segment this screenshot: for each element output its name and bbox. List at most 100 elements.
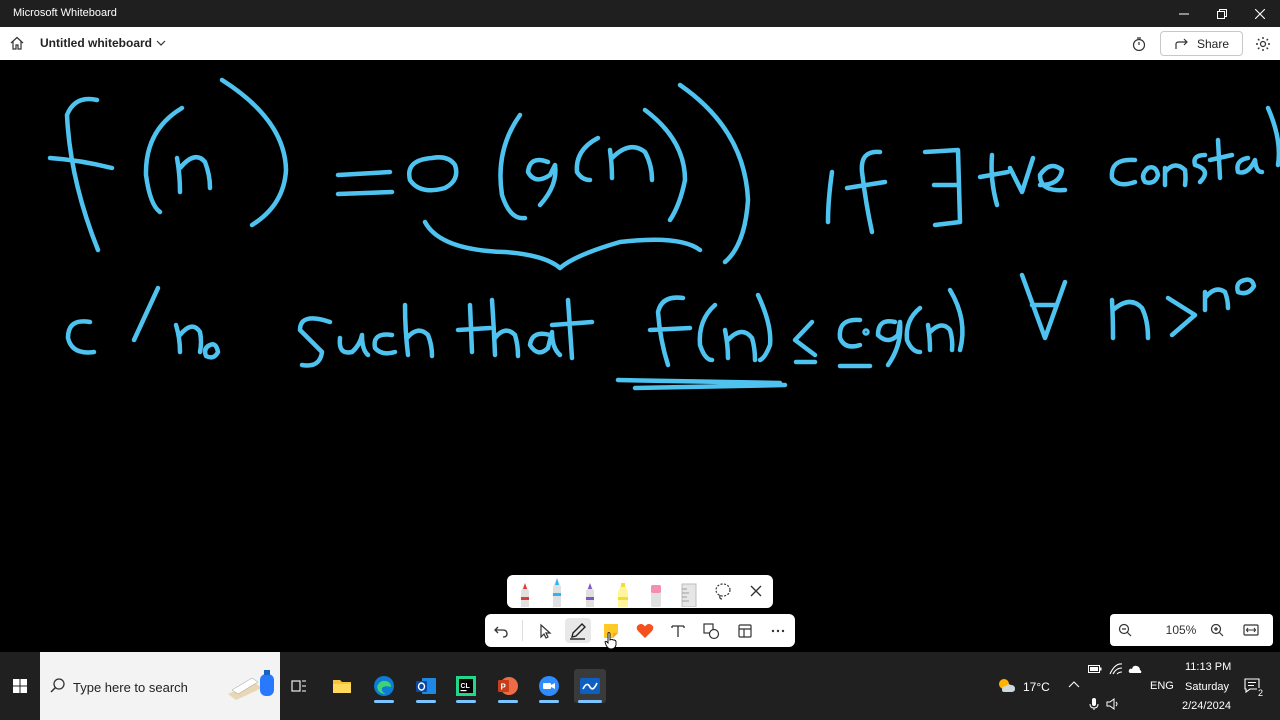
running-indicator <box>498 700 518 703</box>
home-icon <box>10 36 24 50</box>
fit-to-screen-button[interactable] <box>1240 619 1262 641</box>
notification-count: 2 <box>1257 688 1265 698</box>
taskbar: Type here to search CL P 17°C ENG 11:13 … <box>0 652 1280 720</box>
title-bar: Microsoft Whiteboard <box>0 0 1280 27</box>
edge-button[interactable] <box>368 669 400 703</box>
close-window-button[interactable] <box>1240 0 1280 27</box>
file-explorer-button[interactable] <box>326 669 358 703</box>
close-icon[interactable] <box>745 580 769 608</box>
more-button[interactable] <box>765 618 791 643</box>
toolbar-divider <box>522 620 523 641</box>
zoom-level[interactable]: 105% <box>1156 623 1206 637</box>
text-icon <box>671 624 685 637</box>
templates-icon <box>738 623 752 638</box>
zoom-out-icon <box>1118 623 1132 637</box>
powerpoint-icon: P <box>498 677 518 695</box>
timer-button[interactable] <box>1128 33 1150 55</box>
pen-button[interactable] <box>565 618 591 643</box>
powerpoint-button[interactable]: P <box>492 669 524 703</box>
task-view-button[interactable] <box>283 669 315 703</box>
input-language[interactable]: ENG <box>1150 680 1174 692</box>
windows-icon <box>13 679 27 693</box>
minimize-icon <box>1179 13 1189 14</box>
ink-drawing[interactable] <box>0 60 1280 652</box>
clock-day[interactable]: Saturday <box>1185 681 1229 693</box>
task-view-icon <box>291 680 306 692</box>
microphone-icon[interactable] <box>1089 697 1099 711</box>
settings-button[interactable] <box>1252 33 1274 55</box>
board-name[interactable]: Untitled whiteboard <box>40 36 152 50</box>
pen-tray <box>507 575 773 608</box>
share-icon <box>1175 38 1188 49</box>
outlook-icon <box>416 678 436 694</box>
red-pen-icon[interactable] <box>513 579 537 607</box>
battery-icon[interactable] <box>1088 664 1102 674</box>
timer-icon <box>1132 37 1146 51</box>
share-label: Share <box>1197 36 1230 51</box>
weather-icon[interactable] <box>996 676 1018 696</box>
purple-pen-icon[interactable] <box>578 579 602 607</box>
zoom-in-icon <box>1210 623 1224 637</box>
restore-button[interactable] <box>1202 0 1242 27</box>
active-indicator <box>578 700 602 703</box>
reaction-button[interactable] <box>632 618 658 643</box>
zoom-icon <box>539 676 559 696</box>
running-indicator <box>456 700 476 703</box>
zoom-out-button[interactable] <box>1114 619 1136 641</box>
undo-icon <box>494 626 508 638</box>
minimize-button[interactable] <box>1164 0 1204 27</box>
shapes-icon <box>703 622 720 639</box>
start-button[interactable] <box>0 652 40 720</box>
taskbar-search[interactable]: Type here to search <box>40 652 280 720</box>
lasso-icon[interactable] <box>712 580 736 608</box>
shapes-button[interactable] <box>698 618 724 643</box>
whiteboard-header: Untitled whiteboard Share <box>0 27 1280 60</box>
svg-text:CL: CL <box>461 683 471 690</box>
running-indicator <box>374 700 394 703</box>
whiteboard-app-button[interactable] <box>574 669 606 703</box>
ruler-icon[interactable] <box>677 579 701 608</box>
whiteboard-icon <box>580 678 600 694</box>
onedrive-icon[interactable] <box>1128 664 1142 674</box>
templates-button[interactable] <box>732 618 758 643</box>
undo-button[interactable] <box>488 618 514 643</box>
running-indicator <box>539 700 559 703</box>
search-placeholder: Type here to search <box>73 680 188 695</box>
close-icon <box>1255 8 1265 19</box>
window-title: Microsoft Whiteboard <box>13 7 117 19</box>
clock-time[interactable]: 11:13 PM <box>1185 661 1231 673</box>
chevron-down-icon[interactable] <box>156 36 168 50</box>
main-toolbar <box>485 614 795 647</box>
heart-icon <box>636 623 654 638</box>
speaker-icon[interactable] <box>1106 697 1122 711</box>
clion-button[interactable]: CL <box>450 669 482 703</box>
wifi-icon[interactable] <box>1109 663 1123 675</box>
zoom-controls: 105% <box>1110 614 1273 646</box>
running-indicator <box>416 700 436 703</box>
blue-pen-icon[interactable] <box>545 575 569 607</box>
svg-text:P: P <box>501 683 507 692</box>
home-button[interactable] <box>6 32 28 54</box>
edge-icon <box>374 676 394 696</box>
app-window: Microsoft Whiteboard Untitled whiteboard… <box>0 0 1280 720</box>
clock-date[interactable]: 2/24/2024 <box>1182 700 1231 712</box>
file-explorer-icon <box>333 680 351 693</box>
eraser-icon[interactable] <box>644 579 668 607</box>
whiteboard-canvas[interactable] <box>0 60 1280 652</box>
weather-temperature[interactable]: 17°C <box>1023 680 1050 694</box>
more-icon <box>771 629 785 632</box>
chevron-up-icon[interactable] <box>1068 680 1080 690</box>
text-button[interactable] <box>665 618 691 643</box>
fit-screen-icon <box>1243 624 1259 636</box>
highlighter-icon[interactable] <box>611 579 635 607</box>
zoom-in-button[interactable] <box>1206 619 1228 641</box>
select-icon <box>540 623 552 639</box>
share-button[interactable]: Share <box>1160 31 1243 56</box>
select-button[interactable] <box>532 618 558 643</box>
outlook-button[interactable] <box>410 669 442 703</box>
gear-icon <box>1256 37 1270 51</box>
restore-icon <box>1217 8 1227 19</box>
search-icon <box>50 678 65 693</box>
clion-icon: CL <box>456 676 476 696</box>
zoom-app-button[interactable] <box>533 669 565 703</box>
